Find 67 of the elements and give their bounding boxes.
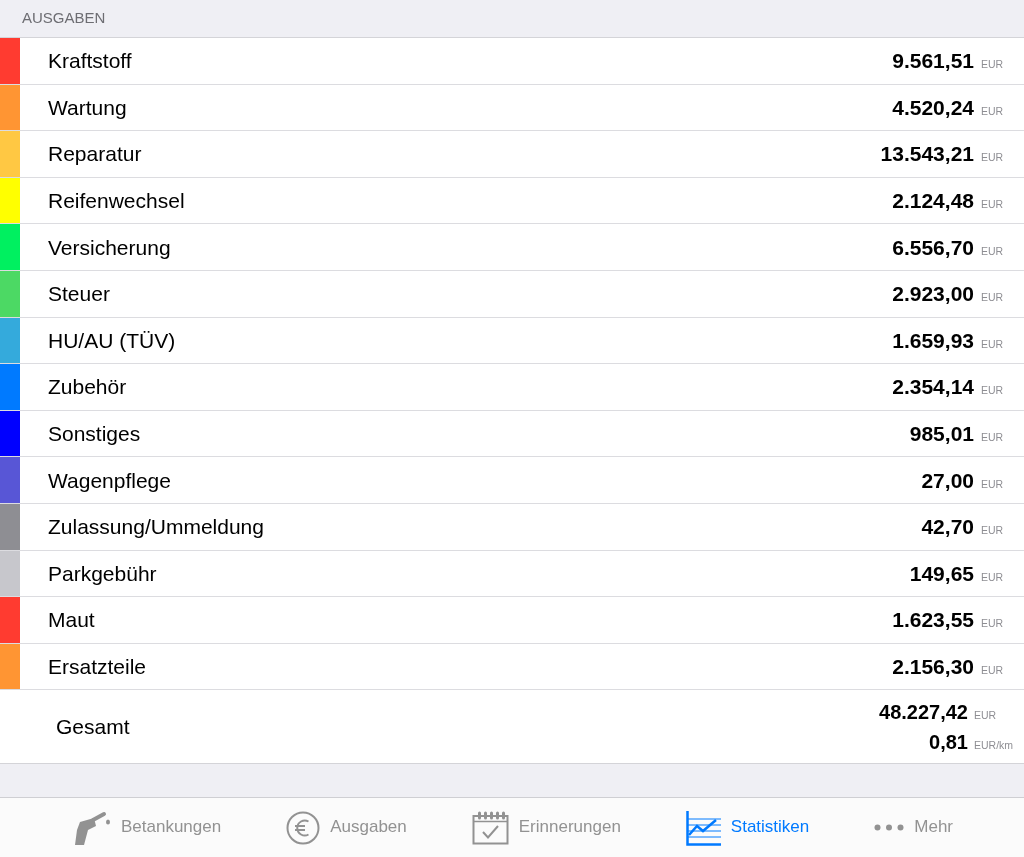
currency-unit: EUR <box>980 477 1005 491</box>
expense-row[interactable]: Zulassung/Ummeldung 42,70 EUR <box>0 503 1024 551</box>
currency-unit: EUR <box>980 104 1005 118</box>
total-unit: EUR <box>973 708 998 722</box>
currency-unit: EUR <box>980 617 1005 630</box>
category-name: HU/AU (TÜV) <box>48 327 176 353</box>
section-header: AUSGABEN <box>22 8 106 29</box>
category-name: Wagenpflege <box>48 467 171 493</box>
amount-value: 4.520,24 <box>892 94 974 120</box>
expense-row[interactable]: Wartung 4.520,24 EUR <box>0 84 1024 132</box>
amount-value: 27,00 <box>921 467 974 493</box>
amount-value: 2.124,48 <box>892 188 974 214</box>
amount-value: 6.556,70 <box>892 234 974 260</box>
expense-row[interactable]: Sonstiges 985,01 EUR <box>0 410 1024 458</box>
currency-unit: EUR <box>980 663 1005 677</box>
expense-row[interactable]: Zubehör 2.354,14 EUR <box>0 364 1024 411</box>
expense-row[interactable]: HU/AU (TÜV) 1.659,93 EUR <box>0 317 1024 365</box>
expense-row[interactable]: Versicherung 6.556,70 EUR <box>0 224 1024 271</box>
currency-unit: EUR <box>980 570 1005 584</box>
currency-unit: EUR <box>980 524 1005 537</box>
expense-row[interactable]: Steuer 2.923,00 EUR <box>0 270 1024 318</box>
category-name: Kraftstoff <box>48 48 132 74</box>
category-name: Zulassung/Ummeldung <box>48 514 264 540</box>
category-name: Maut <box>48 607 95 633</box>
amount-value: 9.561,51 <box>892 48 974 74</box>
category-name: Steuer <box>48 281 110 307</box>
amount-value: 985,01 <box>909 420 974 447</box>
total-amount: 48.227,42 <box>879 699 968 724</box>
currency-unit: EUR <box>980 198 1005 211</box>
currency-unit: EUR <box>980 337 1005 351</box>
currency-unit: EUR <box>980 58 1005 71</box>
amount-value: 13.543,21 <box>880 141 974 167</box>
expense-row[interactable]: Parkgebühr 149,65 EUR <box>0 550 1024 598</box>
total-amount: 0,81 <box>929 729 968 754</box>
expense-row[interactable]: Reparatur 13.543,21 EUR <box>0 131 1024 178</box>
euro-coin-icon <box>286 810 321 845</box>
currency-unit: EUR <box>980 291 1005 304</box>
category-name: Ersatzteile <box>48 653 147 680</box>
currency-unit: EUR <box>980 384 1005 397</box>
currency-unit: EUR <box>980 430 1005 444</box>
amount-value: 2.156,30 <box>892 653 974 680</box>
category-name: Wartung <box>48 94 127 120</box>
expense-row[interactable]: Ersatzteile 2.156,30 EUR <box>0 643 1024 691</box>
total-label: Gesamt <box>56 714 130 740</box>
expense-row[interactable]: Reifenwechsel 2.124,48 EUR <box>0 177 1024 225</box>
currency-unit: EUR <box>980 244 1005 258</box>
total-unit: EUR/km <box>973 738 1015 752</box>
category-name: Versicherung <box>48 234 171 260</box>
amount-value: 42,70 <box>921 514 974 540</box>
more-dots-icon <box>874 824 905 831</box>
amount-value: 1.659,93 <box>892 327 974 353</box>
expense-row[interactable]: Kraftstoff 9.561,51 EUR <box>0 38 1024 85</box>
category-name: Sonstiges <box>48 420 141 447</box>
category-name: Reifenwechsel <box>48 188 185 214</box>
tab-item[interactable]: Statistiken <box>685 809 810 846</box>
calendar-check-icon <box>471 810 509 845</box>
line-chart-icon <box>685 809 721 846</box>
category-name: Reparatur <box>48 141 142 167</box>
expense-row[interactable]: Wagenpflege 27,00 EUR <box>0 457 1024 504</box>
category-name: Parkgebühr <box>48 560 157 586</box>
amount-value: 2.923,00 <box>892 281 974 307</box>
expense-row[interactable]: Maut 1.623,55 EUR <box>0 597 1024 644</box>
amount-value: 149,65 <box>909 560 974 586</box>
category-name: Zubehör <box>48 374 127 400</box>
amount-value: 2.354,14 <box>892 374 974 400</box>
currency-unit: EUR <box>980 151 1005 164</box>
amount-value: 1.623,55 <box>892 607 974 633</box>
